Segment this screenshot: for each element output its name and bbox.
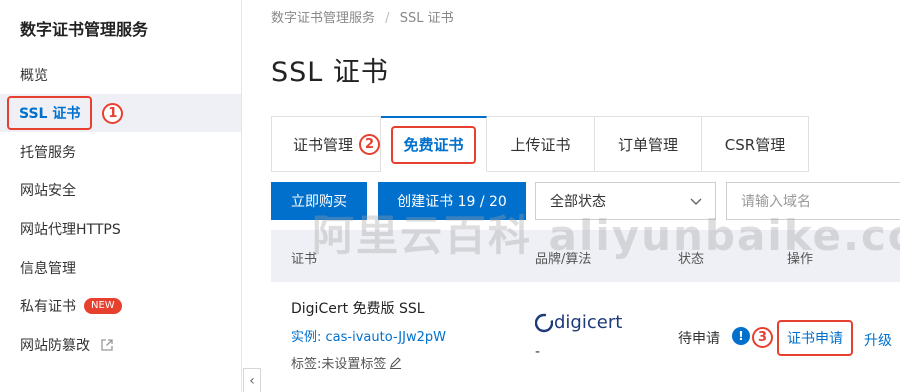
buy-now-button[interactable]: 立即购买 <box>271 182 367 220</box>
cert-tags: 标签:未设置标签 <box>291 353 402 372</box>
column-header-actions: 操作 <box>787 252 814 267</box>
ssl-highlight-box: SSL 证书 <box>7 96 93 130</box>
sidebar: 数字证书管理服务 概览 SSL 证书 1 托管服务 网站安全 网站代理HTTPS… <box>0 0 242 392</box>
sidebar-item-label: SSL 证书 <box>19 106 81 122</box>
sidebar-item-hosting[interactable]: 托管服务 <box>0 133 241 171</box>
sidebar-item-site-security[interactable]: 网站安全 <box>0 171 241 209</box>
cert-tags-text: 标签:未设置标签 <box>291 357 387 372</box>
sidebar-item-label: 私有证书 <box>20 299 76 315</box>
sidebar-item-label: 网站防篡改 <box>20 338 90 354</box>
chevron-left-icon: ‹ <box>249 372 255 389</box>
tab-label: CSR管理 <box>724 135 786 154</box>
search-placeholder: 请输入域名 <box>741 194 811 210</box>
sidebar-item-ssl[interactable]: SSL 证书 1 <box>0 94 241 132</box>
breadcrumb-root[interactable]: 数字证书管理服务 <box>271 11 375 26</box>
sidebar-item-label: 网站代理HTTPS <box>20 222 121 238</box>
page-title: SSL 证书 <box>271 57 389 88</box>
domain-search-input[interactable]: 请输入域名 <box>726 182 900 220</box>
tab-label: 上传证书 <box>510 135 571 154</box>
tab-bar: 证书管理 2 免费证书 上传证书 订单管理 CSR管理 <box>271 116 809 172</box>
breadcrumb-current: SSL 证书 <box>399 11 454 26</box>
digicert-mark-icon <box>535 313 553 332</box>
table-row: DigiCert 免费版 SSL 实例: cas-ivauto-JJw2pW 标… <box>271 282 900 392</box>
tab-csr-management[interactable]: CSR管理 <box>702 116 809 172</box>
breadcrumb-separator: / <box>385 11 390 26</box>
sidebar-item-tamper-protection[interactable]: 网站防篡改 <box>0 326 241 364</box>
tab-order-management[interactable]: 订单管理 <box>595 116 702 172</box>
sidebar-item-private-cert[interactable]: 私有证书 NEW <box>0 287 241 325</box>
digicert-logo: digicert <box>535 312 622 333</box>
sidebar-title: 数字证书管理服务 <box>20 20 149 39</box>
sidebar-item-info-management[interactable]: 信息管理 <box>0 249 241 287</box>
external-link-icon <box>100 338 114 352</box>
upgrade-link[interactable]: 升级 <box>864 330 892 350</box>
sidebar-item-label: 网站安全 <box>20 183 76 199</box>
column-header-cert: 证书 <box>291 252 318 267</box>
step-2-marker: 2 <box>359 134 380 155</box>
status-filter-select[interactable]: 全部状态 <box>535 182 716 220</box>
brand-name: digicert <box>554 312 623 333</box>
tab-upload-cert[interactable]: 上传证书 <box>487 116 595 172</box>
column-header-brand: 品牌/算法 <box>535 252 592 267</box>
sidebar-item-label: 托管服务 <box>20 145 76 161</box>
apply-cert-button[interactable]: 证书申请 <box>777 320 853 356</box>
info-icon[interactable]: ! <box>732 327 750 345</box>
step-1-marker: 1 <box>102 102 124 124</box>
cert-name: DigiCert 免费版 SSL <box>291 301 425 317</box>
algorithm-value: - <box>535 344 541 360</box>
table-header: 证书 品牌/算法 状态 操作 <box>271 230 900 282</box>
create-cert-button[interactable]: 创建证书 19 / 20 <box>378 182 526 220</box>
edit-pencil-icon[interactable] <box>389 356 402 369</box>
tab-label: 证书管理 <box>292 135 353 154</box>
apply-cert-label: 证书申请 <box>787 331 843 347</box>
tab-free-cert[interactable]: 2 免费证书 <box>359 116 487 172</box>
chevron-down-icon <box>689 194 703 212</box>
sidebar-item-overview[interactable]: 概览 <box>0 56 241 94</box>
sidebar-item-label: 概览 <box>20 68 48 84</box>
new-badge: NEW <box>84 298 122 314</box>
free-cert-highlight-box: 免费证书 <box>391 125 476 164</box>
status-filter-value: 全部状态 <box>550 194 606 210</box>
sidebar-item-https-proxy[interactable]: 网站代理HTTPS <box>0 210 241 248</box>
step-3-marker: 3 <box>752 327 773 348</box>
collapse-sidebar-button[interactable]: ‹ <box>243 368 261 392</box>
column-header-status: 状态 <box>678 252 705 267</box>
breadcrumb: 数字证书管理服务 / SSL 证书 <box>271 7 454 26</box>
sidebar-item-label: 信息管理 <box>20 261 76 277</box>
cert-instance-link[interactable]: 实例: cas-ivauto-JJw2pW <box>291 326 446 345</box>
tab-label: 免费证书 <box>403 136 464 154</box>
status-badge: 待申请 <box>678 331 720 347</box>
tab-label: 订单管理 <box>617 135 678 154</box>
